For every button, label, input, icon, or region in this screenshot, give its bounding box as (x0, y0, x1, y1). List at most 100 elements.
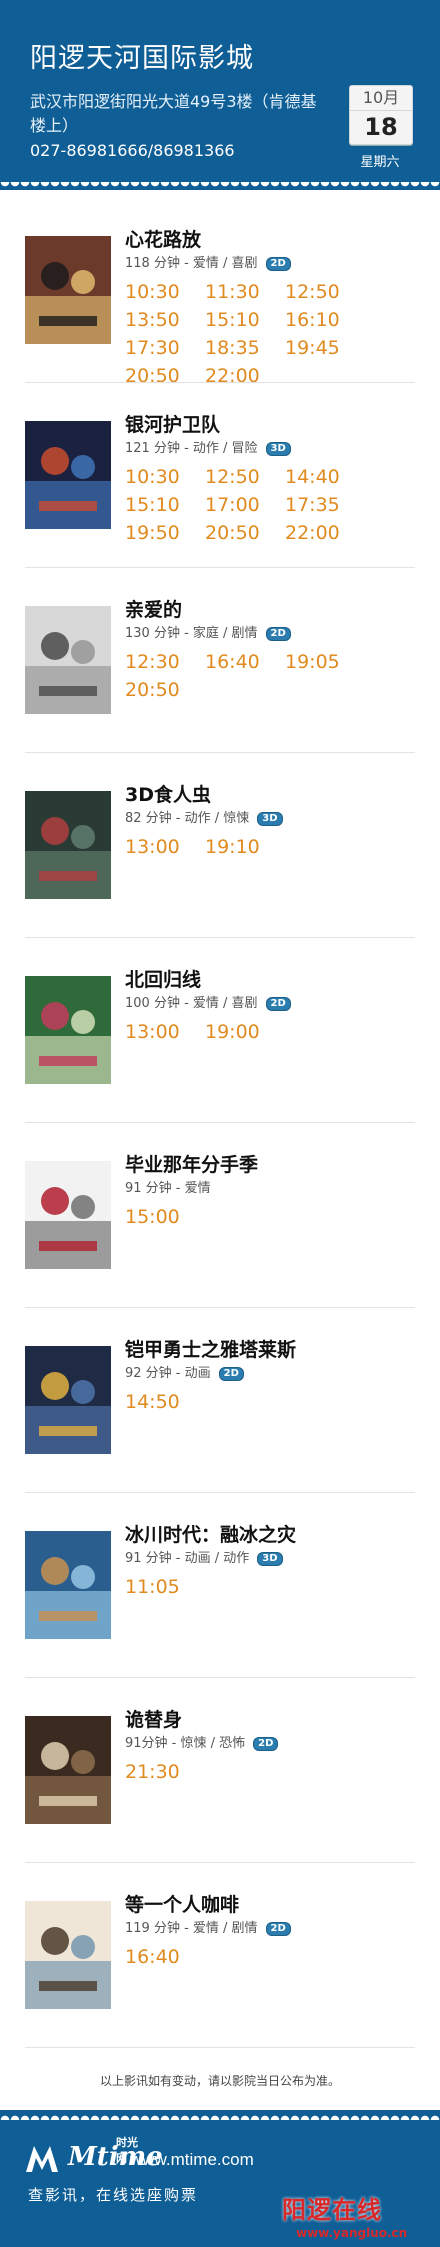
showtime-slot[interactable]: 10:30 (125, 278, 205, 306)
showtime-slot[interactable]: 13:00 (125, 833, 205, 861)
showtime-grid: 11:05 (125, 1573, 425, 1601)
movie-poster-image[interactable] (25, 976, 111, 1084)
showtime-slot[interactable]: 12:30 (125, 648, 205, 676)
movie-title[interactable]: 铠甲勇士之雅塔莱斯 (125, 1336, 425, 1364)
movie-item[interactable]: 银河护卫队 121 分钟 - 动作 / 冒险 3D 10:30 12:50 14:40 15… (0, 383, 440, 568)
movie-item[interactable]: 心花路放 118 分钟 - 爱情 / 喜剧 2D 10:30 11:30 12:50 13:… (0, 198, 440, 387)
movie-title[interactable]: 北回归线 (125, 966, 425, 994)
mtime-site-link[interactable]: www.mtime.com (130, 2150, 254, 2170)
movie-poster-image[interactable] (25, 1901, 111, 2009)
movie-title[interactable]: 亲爱的 (125, 596, 425, 624)
movie-meta-row: 82 分钟 - 动作 / 惊悚 3D (125, 809, 425, 829)
movie-item[interactable]: 毕业那年分手季 91 分钟 - 爱情 15:00 (0, 1123, 440, 1308)
showtime-slot[interactable]: 15:00 (125, 1203, 205, 1231)
showtime-slot[interactable]: 15:10 (205, 306, 285, 334)
movie-poster-image[interactable] (25, 236, 111, 344)
showtime-slot[interactable]: 19:05 (285, 648, 365, 676)
showtime-slot[interactable]: 19:00 (205, 1018, 285, 1046)
movie-meta-row: 91 分钟 - 爱情 (125, 1179, 425, 1199)
showtime-slot[interactable]: 16:40 (205, 648, 285, 676)
movie-title[interactable]: 心花路放 (125, 226, 425, 254)
showtime-slot[interactable]: 18:35 (205, 334, 285, 362)
movie-item[interactable]: 等一个人咖啡 119 分钟 - 爱情 / 剧情 2D 16:40 (0, 1863, 440, 2048)
movie-duration-genre: 91分钟 - 惊悚 / 恐怖 (125, 1736, 246, 1751)
format-badge: 2D (265, 996, 291, 1011)
movie-poster-image[interactable] (25, 606, 111, 714)
showtime-slot[interactable]: 19:50 (125, 519, 205, 547)
stamp-edge-divider (0, 182, 440, 192)
movie-meta-row: 119 分钟 - 爱情 / 剧情 2D (125, 1919, 425, 1939)
showtime-slot[interactable]: 12:50 (285, 278, 365, 306)
showtime-slot[interactable]: 17:00 (205, 491, 285, 519)
showtime-grid: 12:30 16:40 19:05 20:50 (125, 648, 425, 704)
format-badge: 3D (257, 1551, 283, 1566)
movie-duration-genre: 119 分钟 - 爱情 / 剧情 (125, 1921, 258, 1936)
movie-poster-image[interactable] (25, 1531, 111, 1639)
cinema-address: 武汉市阳逻街阳光大道49号3楼（肯德基楼上） (30, 92, 317, 135)
showtime-slot[interactable]: 17:35 (285, 491, 365, 519)
movie-item[interactable]: 冰川时代：融冰之灾 91 分钟 - 动画 / 动作 3D 11:05 (0, 1493, 440, 1678)
showtime-slot[interactable]: 12:50 (205, 463, 285, 491)
date-calendar: 10月 18 星期六 (345, 85, 415, 170)
date-day: 18 (364, 113, 398, 141)
movie-title[interactable]: 毕业那年分手季 (125, 1151, 425, 1179)
movie-item[interactable]: 3D食人虫 82 分钟 - 动作 / 惊悚 3D 13:00 19:10 (0, 753, 440, 938)
showtime-slot[interactable]: 19:10 (205, 833, 285, 861)
movie-info: 诡替身 91分钟 - 惊悚 / 恐怖 2D 21:30 (125, 1706, 425, 1786)
movie-item[interactable]: 北回归线 100 分钟 - 爱情 / 喜剧 2D 13:00 19:00 (0, 938, 440, 1123)
movie-item[interactable]: 亲爱的 130 分钟 - 家庭 / 剧情 2D 12:30 16:40 19:05 20:5… (0, 568, 440, 753)
showtime-slot[interactable]: 15:10 (125, 491, 205, 519)
movie-item[interactable]: 诡替身 91分钟 - 惊悚 / 恐怖 2D 21:30 (0, 1678, 440, 1863)
movie-duration-genre: 130 分钟 - 家庭 / 剧情 (125, 626, 258, 641)
watermark-url: www.yangluo.cn (296, 2226, 408, 2240)
movie-meta-row: 91 分钟 - 动画 / 动作 3D (125, 1549, 425, 1569)
movie-title[interactable]: 3D食人虫 (125, 781, 425, 809)
showtime-slot[interactable]: 16:40 (125, 1943, 205, 1971)
movie-info: 3D食人虫 82 分钟 - 动作 / 惊悚 3D 13:00 19:10 (125, 781, 425, 861)
movie-item[interactable]: 铠甲勇士之雅塔莱斯 92 分钟 - 动画 2D 14:50 (0, 1308, 440, 1493)
showtime-slot[interactable]: 22:00 (285, 519, 365, 547)
movie-info: 亲爱的 130 分钟 - 家庭 / 剧情 2D 12:30 16:40 19:05 20:5… (125, 596, 425, 704)
movie-poster-image[interactable] (25, 421, 111, 529)
cinema-phone[interactable]: 027-86981666/86981366 (30, 141, 235, 160)
showtime-slot[interactable]: 11:30 (205, 278, 285, 306)
mtime-slogan: 查影讯，在线选座购票 (28, 2186, 199, 2204)
movie-meta-row: 100 分钟 - 爱情 / 喜剧 2D (125, 994, 425, 1014)
showtime-slot[interactable]: 20:50 (125, 676, 205, 704)
showtime-slot[interactable]: 13:00 (125, 1018, 205, 1046)
movie-poster-image[interactable] (25, 791, 111, 899)
format-badge: 2D (218, 1366, 244, 1381)
movie-meta-row: 121 分钟 - 动作 / 冒险 3D (125, 439, 425, 459)
showtime-slot[interactable]: 14:50 (125, 1388, 205, 1416)
format-badge: 2D (265, 256, 291, 271)
movie-meta-row: 118 分钟 - 爱情 / 喜剧 2D (125, 254, 425, 274)
mtime-logo[interactable]: Mtime 时光网 (24, 2136, 163, 2176)
stamp-edge-divider (0, 2110, 440, 2120)
showtime-slot[interactable]: 13:50 (125, 306, 205, 334)
showtime-slot[interactable]: 19:45 (285, 334, 365, 362)
movie-poster-image[interactable] (25, 1716, 111, 1824)
movie-meta-row: 130 分钟 - 家庭 / 剧情 2D (125, 624, 425, 644)
watermark-title: 阳逻在线 (282, 2196, 382, 2224)
showtime-grid: 14:50 (125, 1388, 425, 1416)
showtime-slot[interactable]: 17:30 (125, 334, 205, 362)
calendar-icon: 10月 18 (349, 85, 413, 145)
showtime-slot[interactable]: 10:30 (125, 463, 205, 491)
showtime-slot[interactable]: 21:30 (125, 1758, 205, 1786)
movie-poster-image[interactable] (25, 1161, 111, 1269)
showtime-grid: 13:00 19:00 (125, 1018, 425, 1046)
showtime-slot[interactable]: 16:10 (285, 306, 365, 334)
showtime-list: 心花路放 118 分钟 - 爱情 / 喜剧 2D 10:30 11:30 12:5013:… (0, 198, 440, 2048)
showtime-slot[interactable]: 14:40 (285, 463, 365, 491)
showtime-slot[interactable]: 11:05 (125, 1573, 205, 1601)
mtime-m-icon (26, 2146, 58, 2172)
showtime-slot[interactable]: 20:50 (205, 519, 285, 547)
movie-title[interactable]: 诡替身 (125, 1706, 425, 1734)
movie-title[interactable]: 等一个人咖啡 (125, 1891, 425, 1919)
movie-duration-genre: 118 分钟 - 爱情 / 喜剧 (125, 256, 258, 271)
showtime-grid: 10:30 12:50 14:40 15:10 17:00 17:35 19:50 20:50… (125, 463, 425, 547)
movie-title[interactable]: 银河护卫队 (125, 411, 425, 439)
movie-duration-genre: 121 分钟 - 动作 / 冒险 (125, 441, 258, 456)
movie-title[interactable]: 冰川时代：融冰之灾 (125, 1521, 425, 1549)
movie-poster-image[interactable] (25, 1346, 111, 1454)
